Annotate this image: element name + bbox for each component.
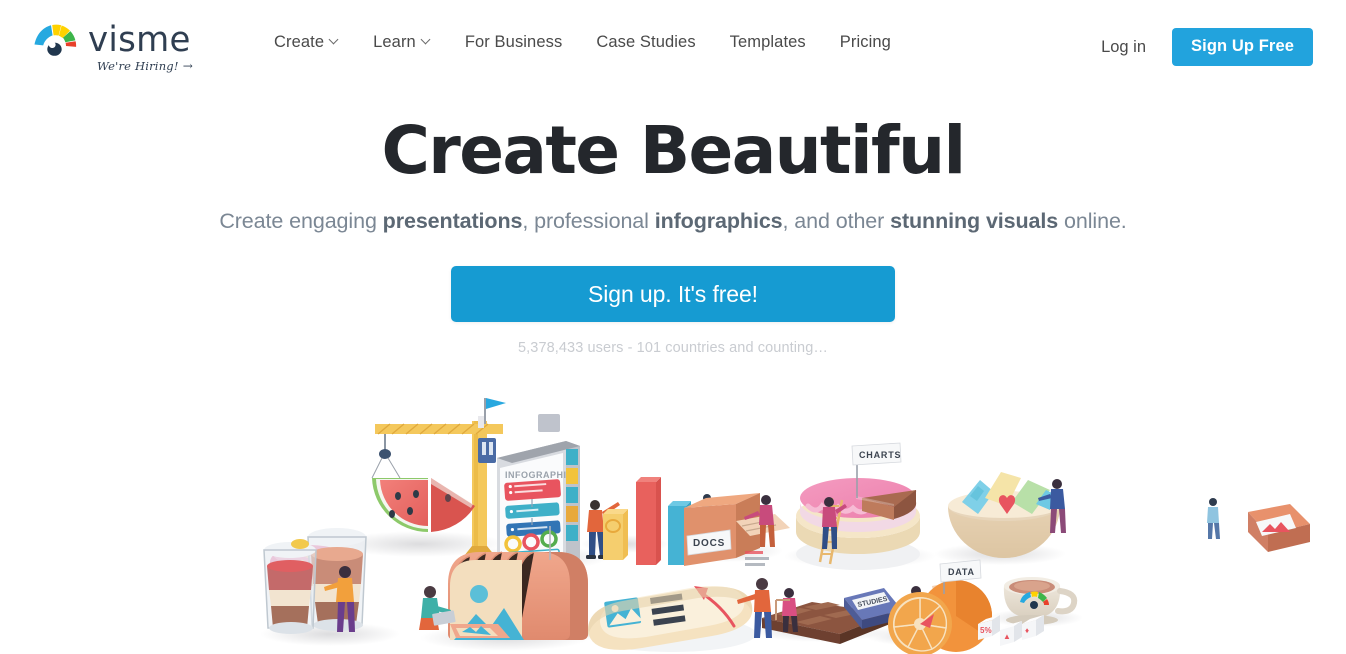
nav-item-case-studies[interactable]: Case Studies: [579, 33, 712, 52]
page-title: Create Beautiful: [381, 112, 966, 189]
nav-item-label: Case Studies: [596, 33, 696, 51]
subtitle-part-3: , and other: [782, 209, 891, 234]
signup-free-button[interactable]: Sign Up Free: [1172, 28, 1313, 66]
watermelon-chart-object: [372, 478, 475, 532]
subtitle-bold-infographics: infographics: [654, 209, 783, 234]
hero-subtitle: Create engaging presentations, professio…: [0, 208, 1346, 236]
svg-text:INFOGRAPHIC: INFOGRAPHIC: [505, 470, 574, 480]
signup-cta-button[interactable]: Sign up. It's free!: [451, 266, 895, 323]
nav-item-templates[interactable]: Templates: [713, 33, 823, 52]
chevron-down-icon: [422, 36, 431, 45]
subtitle-bold-presentations: presentations: [382, 209, 523, 234]
svg-text:DATA: DATA: [948, 567, 975, 577]
brand-row: visme: [33, 22, 194, 58]
svg-text:5%: 5%: [980, 626, 992, 635]
svg-text:▲: ▲: [1003, 632, 1011, 641]
nav-item-label: For Business: [464, 33, 563, 51]
subtitle-part-2: , professional: [522, 209, 655, 234]
nav-item-label: Templates: [729, 33, 806, 51]
bar-chart-object: [603, 477, 691, 565]
main-navigation: Create Learn For Business Case Studies T…: [257, 33, 908, 52]
users-count-note: 5,378,433 users - 101 countries and coun…: [517, 340, 828, 357]
nav-item-learn[interactable]: Learn: [356, 33, 448, 52]
nav-item-pricing[interactable]: Pricing: [823, 33, 908, 52]
brand-wordmark: visme: [88, 19, 191, 60]
svg-text:CHARTS: CHARTS: [859, 450, 901, 460]
hero-illustration: INFOGRAPHIC GRAPHICS: [0, 386, 1346, 654]
hiring-link[interactable]: We're Hiring! →: [97, 59, 193, 73]
orange-pie-object: DATA: [888, 559, 993, 654]
chevron-down-icon: [330, 36, 339, 45]
nav-item-label: Learn: [373, 33, 416, 51]
nav-item-for-business[interactable]: For Business: [448, 33, 580, 52]
login-link[interactable]: Log in: [1075, 38, 1172, 57]
visme-fan-logo-icon: [34, 24, 77, 57]
nav-item-label: Pricing: [839, 33, 891, 51]
hiring-label: We're Hiring!: [97, 59, 179, 73]
header-actions: Log in Sign Up Free: [1075, 28, 1313, 66]
illustration-svg: INFOGRAPHIC GRAPHICS: [260, 398, 1310, 654]
nav-item-label: Create: [274, 33, 325, 51]
pie-chart-cake-object: CHARTS: [796, 442, 920, 570]
hero-section: Create Beautiful Create engaging present…: [0, 90, 1346, 356]
cta-container: Sign up. It's free!: [0, 266, 1346, 323]
subtitle-bold-stunning-visuals: stunning visuals: [890, 209, 1059, 234]
svg-text:DOCS: DOCS: [693, 538, 725, 549]
subtitle-part-1: Create engaging: [219, 209, 383, 234]
arrow-right-icon: →: [182, 59, 193, 73]
svg-text:♦: ♦: [1025, 626, 1029, 635]
subtitle-part-4: online.: [1058, 209, 1127, 234]
person-figure: [1207, 498, 1220, 539]
bread-chart-plate-object: [588, 585, 756, 652]
site-header: visme We're Hiring! → Create Learn For B…: [0, 0, 1346, 90]
decorative-object: [1248, 504, 1310, 552]
nav-item-create[interactable]: Create: [257, 33, 356, 52]
brand-logo[interactable]: visme We're Hiring! →: [33, 22, 233, 73]
